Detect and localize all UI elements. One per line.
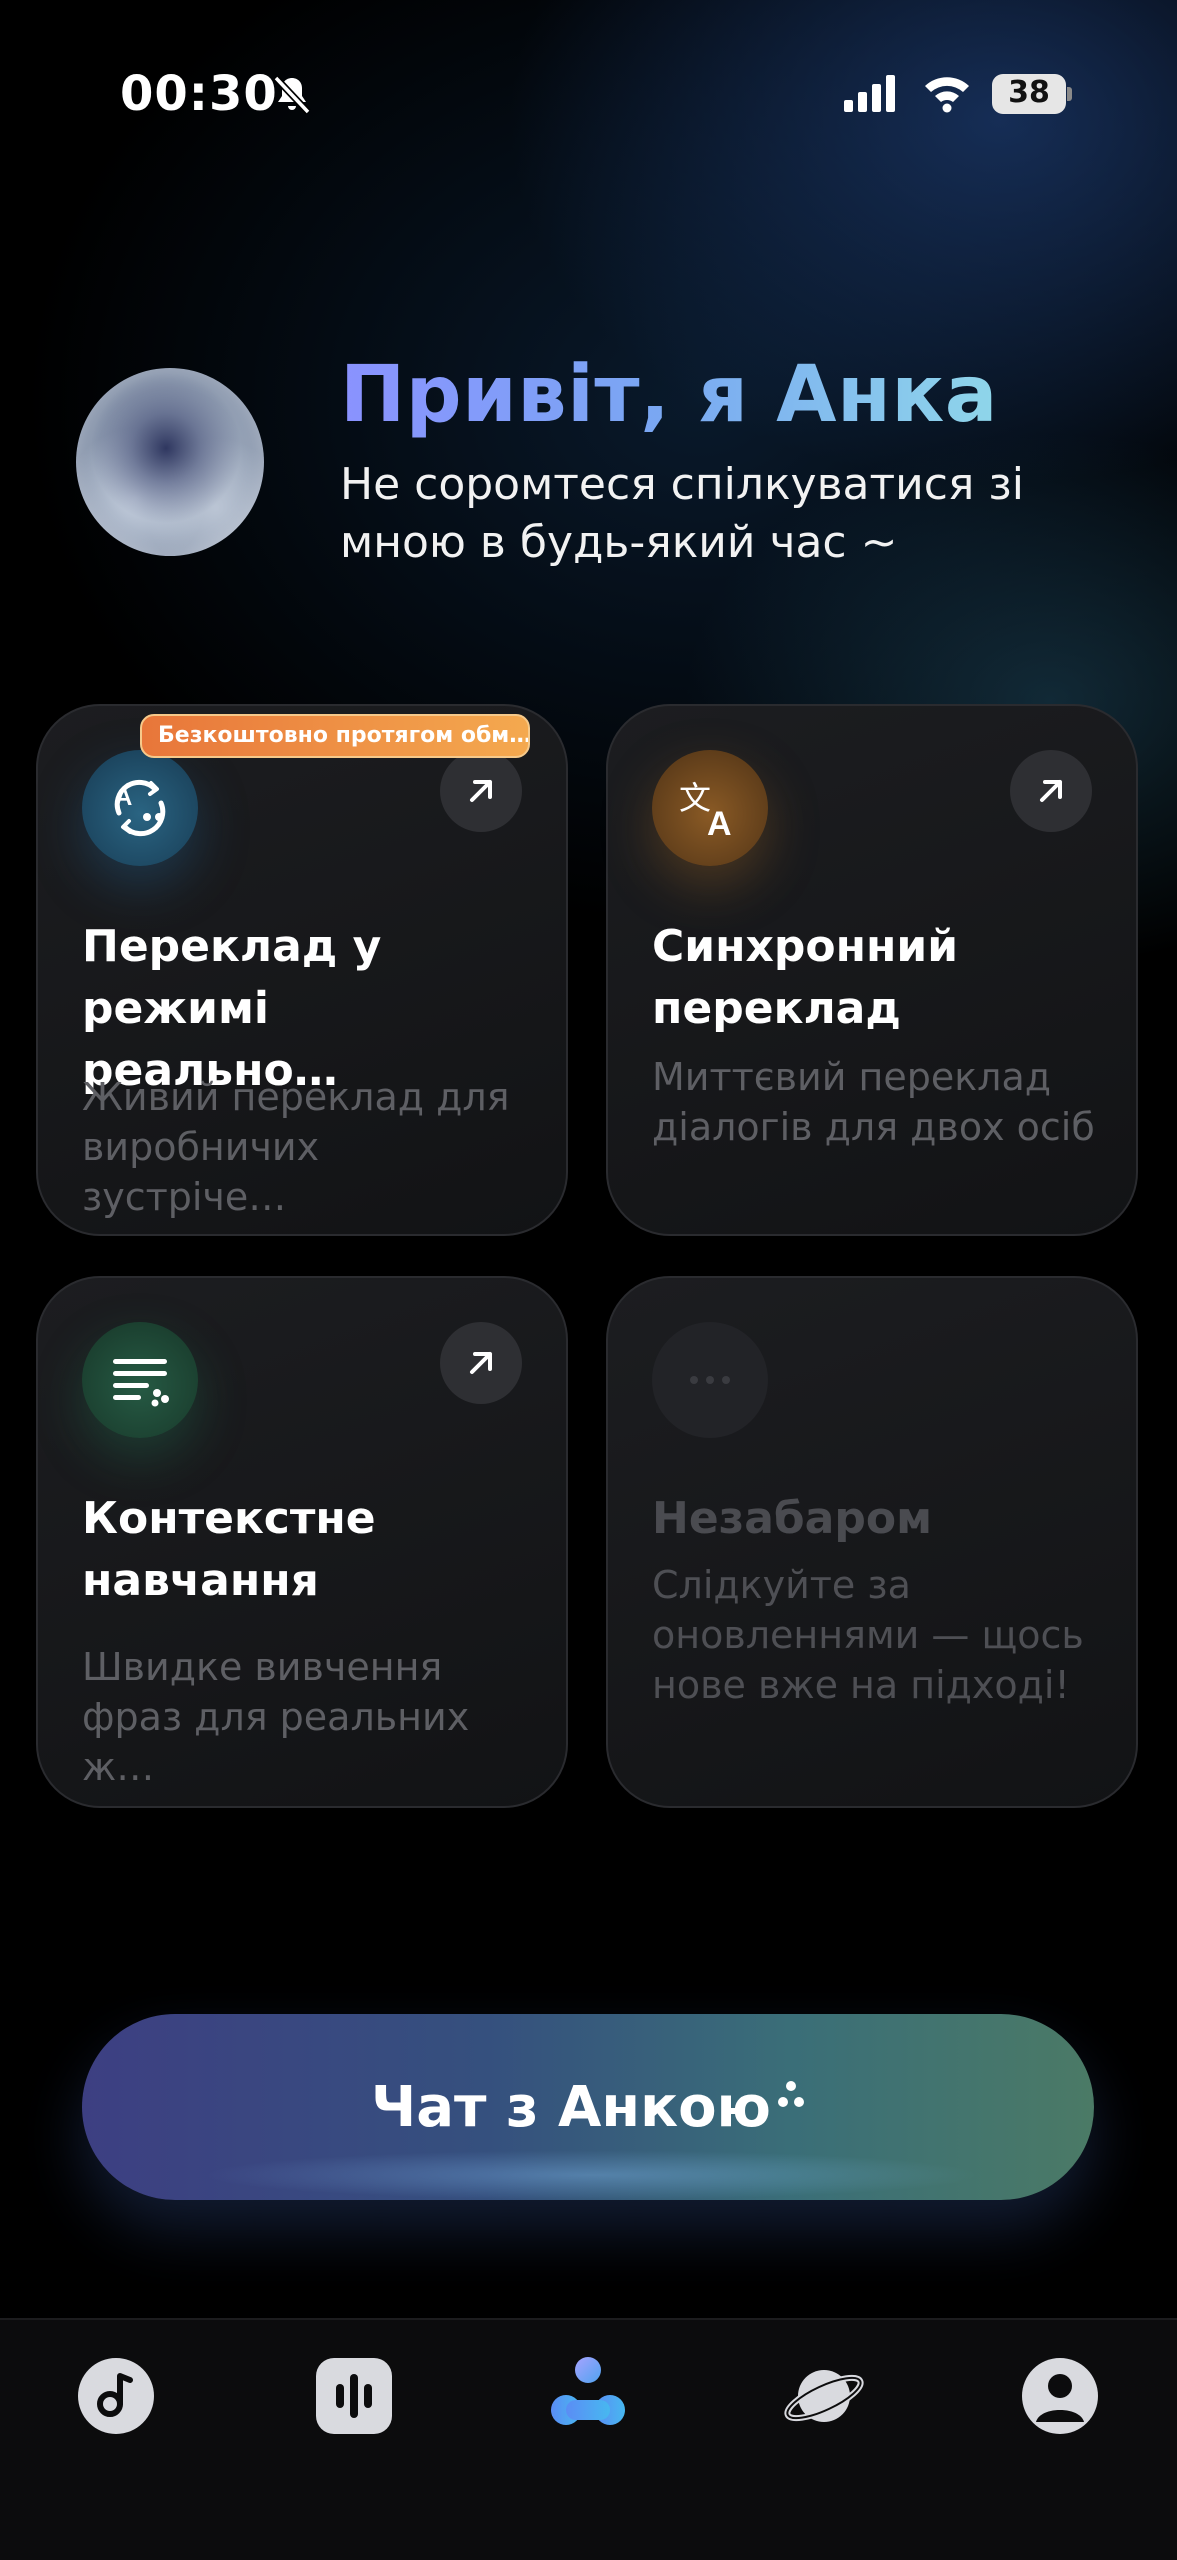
- card-description: Швидке вивчення фраз для реальних ж…: [82, 1645, 470, 1789]
- tab-bar: [0, 2318, 1177, 2560]
- tab-explore[interactable]: [782, 2354, 866, 2438]
- music-note-icon: [78, 2358, 154, 2434]
- anka-avatar[interactable]: [76, 368, 264, 556]
- card-realtime-translation[interactable]: A Переклад у режимі реально… Живий перек…: [36, 704, 568, 1236]
- svg-text:A: A: [115, 784, 132, 811]
- greeting-title: Привіт, я Анка: [340, 350, 998, 440]
- sparkle-icon: [777, 2081, 804, 2107]
- card-title: Синхронний переклад: [652, 921, 959, 1034]
- tab-profile[interactable]: [1018, 2354, 1102, 2438]
- realtime-translate-icon: A: [82, 750, 198, 866]
- card-description: Слідкуйте за оновленнями — щось нове вже…: [652, 1563, 1084, 1707]
- translate-language-icon: 文 A: [652, 750, 768, 866]
- battery-icon: 38: [992, 74, 1072, 114]
- card-title: Контекстне навчання: [82, 1493, 376, 1606]
- open-arrow-icon[interactable]: [440, 750, 522, 832]
- signal-icon: [844, 75, 895, 112]
- planet-icon: [784, 2370, 864, 2422]
- greeting-subtitle: Не соромтеся спілкуватися зі мною в будь…: [340, 459, 1024, 568]
- chat-with-anka-button[interactable]: Чат з Анкою: [82, 2014, 1094, 2200]
- status-time: 00:30: [120, 66, 278, 122]
- more-dots-icon: [652, 1322, 768, 1438]
- profile-icon: [1022, 2358, 1098, 2434]
- context-learning-icon: [82, 1322, 198, 1438]
- free-badge: Безкоштовно протягом обм…: [140, 714, 530, 758]
- wifi-icon: [925, 77, 969, 113]
- tab-voice[interactable]: [312, 2354, 396, 2438]
- open-arrow-icon[interactable]: [1010, 750, 1092, 832]
- card-simultaneous-translation[interactable]: 文 A Синхронний переклад Миттєвий перекла…: [606, 704, 1138, 1236]
- tab-anka[interactable]: [546, 2354, 630, 2438]
- card-description: Миттєвий переклад діалогів для двох осіб: [652, 1055, 1095, 1149]
- audio-bars-icon: [316, 2358, 392, 2434]
- card-description: Живий переклад для виробничих зустріче…: [82, 1075, 510, 1219]
- card-coming-soon: Незабаром Слідкуйте за оновленнями — щос…: [606, 1276, 1138, 1808]
- anka-assistant-icon: [551, 2357, 625, 2425]
- tab-music[interactable]: [74, 2354, 158, 2438]
- chat-button-label: Чат з Анкою: [371, 2074, 771, 2140]
- battery-level: 38: [1008, 75, 1050, 110]
- bell-slash-icon: [273, 75, 311, 115]
- card-title: Незабаром: [652, 1493, 933, 1544]
- open-arrow-icon[interactable]: [440, 1322, 522, 1404]
- card-context-learning[interactable]: Контекстне навчання Швидке вивчення фраз…: [36, 1276, 568, 1808]
- svg-text:A: A: [707, 805, 732, 843]
- status-bar: 00:30 38: [0, 60, 1177, 130]
